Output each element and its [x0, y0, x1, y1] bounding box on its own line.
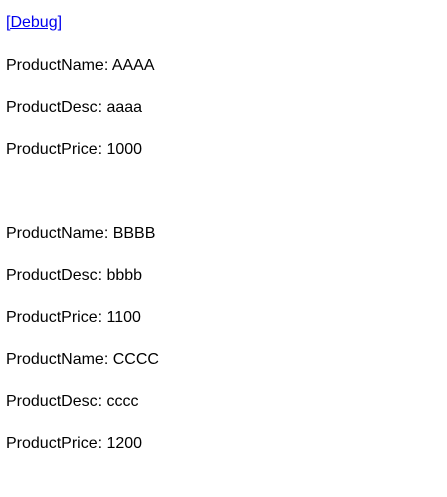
product-desc-line: ProductDesc: bbbb [6, 267, 143, 284]
product-name-line: ProductName: BBBB [6, 225, 156, 242]
debug-link[interactable]: [Debug] [6, 13, 62, 33]
product-price-line: ProductPrice: 1200 [6, 435, 143, 452]
product-name-line: ProductName: AAAA [6, 57, 155, 74]
page: [Debug] ProductName: AAAA ProductDesc: a… [0, 0, 447, 497]
product-desc-line: ProductDesc: cccc [6, 393, 139, 410]
product-price-line: ProductPrice: 1000 [6, 141, 143, 158]
product-name-line: ProductName: CCCC [6, 351, 159, 368]
product-desc-line: ProductDesc: aaaa [6, 99, 143, 116]
product-price-line: ProductPrice: 1100 [6, 309, 141, 326]
